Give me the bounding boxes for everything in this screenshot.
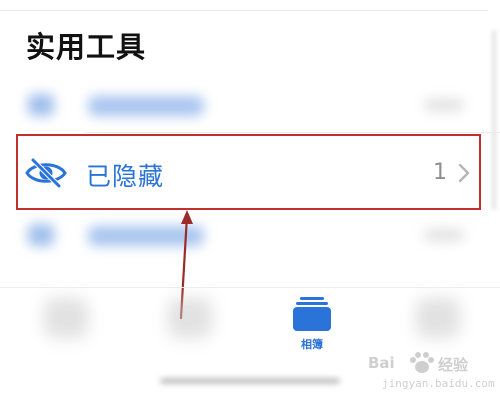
- baidu-paw-icon: [410, 352, 434, 373]
- hidden-album-count: 1: [433, 160, 447, 185]
- blurred-row-icon: [28, 94, 54, 116]
- blurred-tab-photos[interactable]: [44, 298, 88, 338]
- hidden-album-row[interactable]: 已隐藏 1: [16, 134, 481, 210]
- blurred-utility-row-top[interactable]: [0, 82, 500, 130]
- blurred-tab-for-you[interactable]: [168, 298, 212, 338]
- watermark-url: jingyan.baidu.com: [382, 377, 495, 390]
- watermark-brand-right: 经验: [438, 356, 469, 374]
- hidden-album-label: 已隐藏: [86, 162, 165, 191]
- albums-tab-label: 相簿: [301, 338, 323, 351]
- blurred-row-count: [424, 229, 464, 241]
- blurred-row-label: [88, 96, 204, 116]
- tab-albums[interactable]: 相簿: [288, 296, 336, 354]
- chevron-right-icon: [458, 163, 470, 183]
- blurred-tab-search[interactable]: [416, 298, 460, 338]
- baidu-jingyan-watermark: Bai 经验 jingyan.baidu.com: [368, 350, 495, 394]
- photos-albums-screen: 实用工具 已隐藏 1 相簿 Bai 经验 jingyan.baidu.com: [0, 0, 500, 401]
- watermark-brand-left: Bai: [368, 354, 395, 372]
- blurred-utility-row-bottom[interactable]: [0, 212, 500, 260]
- blurred-row-icon: [28, 224, 54, 246]
- utilities-section-title: 实用工具: [26, 30, 147, 64]
- home-indicator[interactable]: [160, 378, 340, 384]
- eye-slash-icon: [25, 158, 67, 188]
- tab-bar-divider: [0, 287, 500, 288]
- top-divider: [0, 10, 488, 11]
- row-divider: [84, 132, 500, 133]
- blurred-row-count: [424, 99, 464, 111]
- albums-stack-icon: [293, 297, 331, 331]
